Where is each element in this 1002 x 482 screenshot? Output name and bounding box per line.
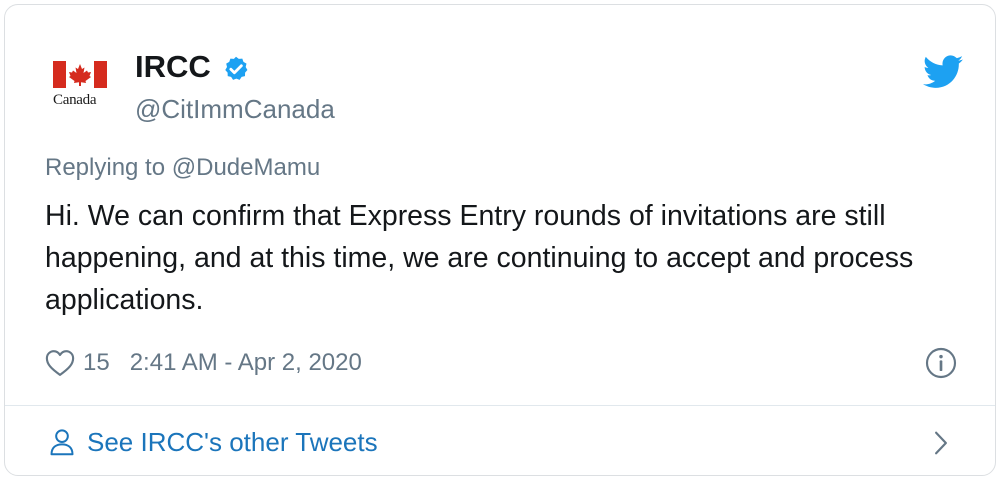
gov-canada-logo[interactable]: Canada [53, 61, 113, 117]
chevron-right-icon[interactable] [931, 430, 951, 456]
person-icon [50, 429, 74, 456]
embedded-tweet-card: Canada IRCC @CitImmCanada Replying to @D… [4, 4, 996, 476]
verified-badge-icon [225, 56, 248, 80]
see-other-tweets-link[interactable]: See IRCC's other Tweets [5, 406, 995, 475]
author-display-name[interactable]: IRCC [135, 49, 211, 85]
replying-to-link[interactable]: @DudeMamu [172, 154, 320, 181]
author-handle[interactable]: @CitImmCanada [135, 93, 335, 125]
tweet-meta: 15 2:41 AM - Apr 2, 2020 [45, 345, 362, 381]
heart-icon[interactable] [45, 349, 75, 377]
see-other-tweets-label[interactable]: See IRCC's other Tweets [87, 426, 378, 458]
twitter-bird-icon[interactable] [923, 55, 963, 89]
replying-to-line: Replying to @DudeMamu [45, 153, 320, 183]
canada-wordmark: Canada [53, 92, 97, 108]
like-count[interactable]: 15 [83, 349, 110, 377]
tweet-text: Hi. We can confirm that Express Entry ro… [45, 200, 914, 316]
replying-prefix: Replying to [45, 154, 166, 181]
tweet-timestamp[interactable]: 2:41 AM - Apr 2, 2020 [130, 349, 362, 377]
info-icon[interactable] [925, 347, 957, 379]
canada-flag-icon [53, 61, 107, 88]
